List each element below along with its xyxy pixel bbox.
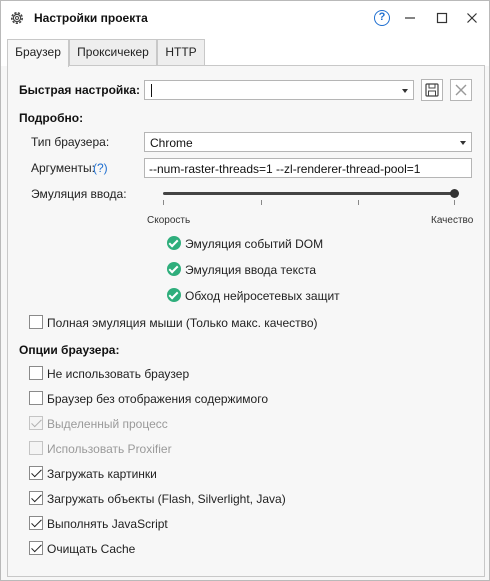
option-label: Не использовать браузер	[47, 367, 190, 381]
browser-options-heading: Опции браузера:	[19, 343, 120, 357]
window-title: Настройки проекта	[34, 11, 148, 25]
option-label: Очищать Cache	[47, 542, 136, 556]
arguments-value: --num-raster-threads=1 --zl-renderer-thr…	[149, 162, 421, 176]
arguments-label: Аргументы:	[31, 161, 95, 175]
arguments-help-link[interactable]: (?)	[93, 161, 108, 175]
input-emulation-slider[interactable]	[163, 192, 455, 195]
save-preset-button[interactable]	[421, 79, 443, 101]
gear-icon	[11, 12, 23, 24]
option-label: Выполнять JavaScript	[47, 517, 168, 531]
feature-label: Эмуляция ввода текста	[185, 263, 317, 277]
project-settings-window: Настройки проекта ? Браузер Проксичекер …	[0, 0, 490, 581]
close-icon[interactable]	[464, 10, 480, 26]
headless-checkbox[interactable]	[29, 391, 43, 405]
slider-tick	[454, 200, 455, 205]
load-images-checkbox[interactable]	[29, 466, 43, 480]
check-circle-icon	[167, 262, 181, 276]
slider-tick	[163, 200, 164, 205]
help-icon[interactable]: ?	[374, 10, 390, 26]
option-label: Загружать объекты (Flash, Silverlight, J…	[47, 492, 286, 506]
slider-tick	[261, 200, 262, 205]
browser-type-value: Chrome	[150, 136, 193, 150]
chevron-down-icon	[402, 89, 408, 93]
check-circle-icon	[167, 288, 181, 302]
feature-label: Обход нейросетевых защит	[185, 289, 340, 303]
use-proxifier-checkbox	[29, 441, 43, 455]
load-objects-checkbox[interactable]	[29, 491, 43, 505]
dedicated-process-checkbox	[29, 416, 43, 430]
slider-tick	[358, 200, 359, 205]
close-icon	[455, 84, 467, 96]
clear-cache-checkbox[interactable]	[29, 541, 43, 555]
tab-http[interactable]: HTTP	[157, 39, 205, 66]
arguments-input[interactable]: --num-raster-threads=1 --zl-renderer-thr…	[144, 158, 472, 178]
quick-setup-combo[interactable]	[144, 80, 414, 100]
input-emulation-label: Эмуляция ввода:	[31, 187, 127, 201]
slider-max-label: Качество	[431, 215, 474, 226]
chevron-down-icon	[460, 141, 466, 145]
option-label: Браузер без отображения содержимого	[47, 392, 268, 406]
tab-browser[interactable]: Браузер	[7, 39, 69, 67]
delete-preset-button[interactable]	[450, 79, 472, 101]
option-label: Загружать картинки	[47, 467, 157, 481]
full-mouse-emulation-checkbox[interactable]	[29, 315, 43, 329]
save-icon	[425, 83, 439, 97]
maximize-icon[interactable]	[434, 10, 450, 26]
option-label: Выделенный процесс	[47, 417, 168, 431]
details-heading: Подробно:	[19, 111, 84, 125]
text-cursor	[151, 84, 152, 97]
option-label: Использовать Proxifier	[47, 442, 172, 456]
check-circle-icon	[167, 236, 181, 250]
browser-type-label: Тип браузера:	[31, 135, 110, 149]
minimize-icon[interactable]	[402, 10, 418, 26]
no-browser-checkbox[interactable]	[29, 366, 43, 380]
slider-thumb[interactable]	[450, 189, 459, 198]
title-bar: Настройки проекта ?	[1, 1, 489, 35]
browser-type-select[interactable]: Chrome	[144, 132, 472, 152]
quick-setup-label: Быстрая настройка:	[19, 83, 140, 97]
full-mouse-emulation-label: Полная эмуляция мыши (Только макс. качес…	[47, 316, 318, 330]
tab-bar: Браузер Проксичекер HTTP	[1, 35, 489, 67]
run-javascript-checkbox[interactable]	[29, 516, 43, 530]
tab-proxychecker[interactable]: Проксичекер	[69, 39, 157, 66]
feature-label: Эмуляция событий DOM	[185, 237, 324, 251]
slider-min-label: Скорость	[147, 215, 191, 226]
